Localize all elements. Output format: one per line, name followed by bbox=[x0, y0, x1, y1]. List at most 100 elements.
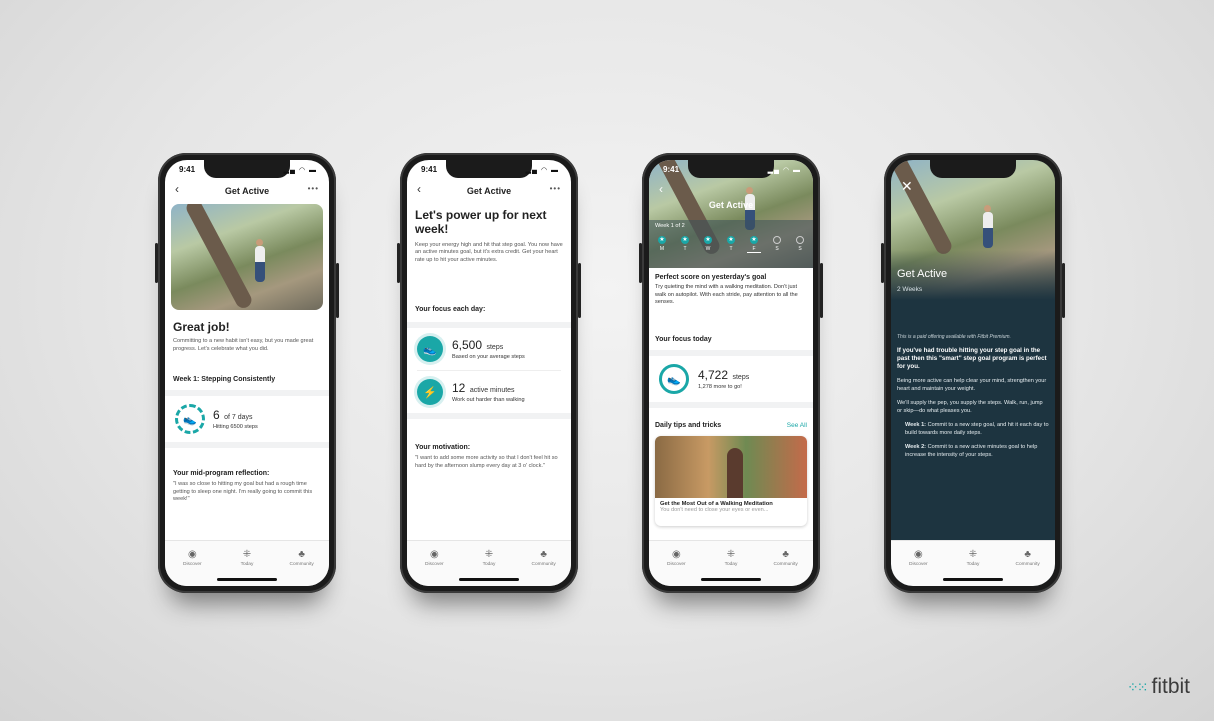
reflection-text: "I was so close to hitting my goal but h… bbox=[173, 481, 313, 503]
signal-wifi-battery-icon: ▂▄ ◠ ▬ bbox=[767, 167, 801, 174]
community-icon: ♣ bbox=[782, 549, 789, 560]
active-minutes-metric: ⚡ 12 active minutes Work out harder than… bbox=[407, 371, 571, 413]
home-indicator bbox=[701, 578, 761, 581]
brand-name: fitbit bbox=[1151, 675, 1190, 698]
steps-sub: Based on your average steps bbox=[452, 354, 525, 361]
focus-title: Your focus today bbox=[655, 336, 712, 343]
tab-discover[interactable]: ◉ Discover bbox=[172, 549, 212, 586]
phone-4-screen: ✕ Get Active 2 Weeks This is a paid offe… bbox=[891, 160, 1055, 586]
phone-1-screen: 9:41 ▂▄ ◠ ▬ ‹ Get Active ••• Great job! … bbox=[165, 160, 329, 586]
hero-photo bbox=[171, 204, 323, 310]
community-icon: ♣ bbox=[540, 549, 547, 560]
tab-discover[interactable]: ◉ Discover bbox=[656, 549, 696, 586]
heading: Let's power up for next week! bbox=[415, 208, 547, 237]
day-indicator: ★ T bbox=[678, 236, 692, 253]
home-indicator bbox=[943, 578, 1003, 581]
day-label: M bbox=[659, 246, 665, 252]
tab-discover[interactable]: ◉ Discover bbox=[414, 549, 454, 586]
shoe-icon: 👟 bbox=[417, 336, 443, 362]
fitbit-dots-icon: ⁜ bbox=[968, 549, 978, 560]
day-label: S bbox=[775, 246, 779, 252]
days-metric: 👟 6 of 7 days Hitting 6500 steps bbox=[165, 396, 329, 442]
compass-icon: ◉ bbox=[913, 549, 923, 560]
tab-community[interactable]: ♣ Community bbox=[282, 549, 322, 586]
steps-unit: steps bbox=[732, 374, 750, 382]
focus-title: Your focus each day: bbox=[415, 306, 486, 313]
nav-bar: ‹ Get Active bbox=[649, 180, 813, 210]
day-indicator: ★ T bbox=[724, 236, 738, 253]
metric-value: 6 bbox=[213, 408, 220, 423]
notch bbox=[204, 160, 290, 178]
steps-metric: 👟 4,722 steps 1,278 more to go! bbox=[649, 356, 813, 402]
score-title: Perfect score on yesterday's goal bbox=[655, 274, 767, 281]
article-card[interactable]: Get the Most Out of a Walking Meditation… bbox=[655, 436, 807, 526]
nav-bar: ‹ Get Active ••• bbox=[165, 180, 329, 202]
steps-unit: steps bbox=[486, 344, 504, 352]
body-text: Keep your energy high and hit that step … bbox=[415, 241, 563, 263]
more-options-icon[interactable]: ••• bbox=[308, 184, 319, 193]
day-label: F bbox=[752, 246, 756, 252]
compass-icon: ◉ bbox=[671, 549, 681, 560]
close-icon[interactable]: ✕ bbox=[901, 178, 913, 195]
status-time: 9:41 bbox=[421, 165, 438, 174]
day-indicators: ★ M ★ T ★ W ★ T ★ F S S bbox=[655, 236, 807, 253]
week-strip: Week 1 of 2 ★ M ★ T ★ W ★ T ★ F S S bbox=[649, 220, 813, 268]
steps-value: 4,722 bbox=[698, 368, 729, 383]
home-indicator bbox=[459, 578, 519, 581]
hero-sub: 2 Weeks bbox=[897, 286, 923, 293]
community-icon: ♣ bbox=[1024, 549, 1031, 560]
paragraph-1: Being more active can help clear your mi… bbox=[897, 378, 1047, 392]
metric-sub: Hitting 6500 steps bbox=[213, 424, 258, 431]
nav-title: Get Active bbox=[466, 186, 512, 196]
week-2-item: Week 2: Commit to a new active minutes g… bbox=[905, 444, 1038, 459]
tab-community[interactable]: ♣ Community bbox=[524, 549, 564, 586]
star-check-icon: ★ bbox=[681, 236, 689, 244]
signal-wifi-battery-icon: ▂▄ ◠ ▬ bbox=[525, 167, 559, 174]
week-label: Week 1 of 2 bbox=[655, 223, 685, 229]
fitbit-dots-icon: ⁘⁙ bbox=[1127, 678, 1149, 695]
phone-2-screen: 9:41 ▂▄ ◠ ▬ ‹ Get Active ••• Let's power… bbox=[407, 160, 571, 586]
see-all-link[interactable]: See All bbox=[787, 422, 807, 429]
score-body: Try quieting the mind with a walking med… bbox=[655, 284, 798, 306]
star-check-icon: ★ bbox=[704, 236, 712, 244]
star-check-icon: ★ bbox=[750, 236, 758, 244]
scene: 9:41 ▂▄ ◠ ▬ ‹ Get Active ••• Great job! … bbox=[8, 8, 1206, 713]
star-check-icon: ★ bbox=[727, 236, 735, 244]
article-sub: You don't need to close your eyes or eve… bbox=[660, 507, 769, 513]
tab-community[interactable]: ♣ Community bbox=[1008, 549, 1048, 586]
status-time: 9:41 bbox=[663, 165, 680, 174]
signal-wifi-battery-icon: ▂▄ ◠ ▬ bbox=[283, 167, 317, 174]
minutes-unit: active minutes bbox=[469, 387, 515, 395]
week-title: Week 1: Stepping Consistently bbox=[173, 376, 276, 383]
day-label: T bbox=[683, 246, 687, 252]
more-options-icon[interactable]: ••• bbox=[550, 184, 561, 193]
article-image bbox=[655, 436, 807, 498]
phone-3: 9:41 ▂▄ ◠ ▬ ‹ Get Active Week 1 of 2 ★ M ★… bbox=[639, 153, 823, 593]
community-icon: ♣ bbox=[298, 549, 305, 560]
steps-value: 6,500 bbox=[452, 338, 483, 353]
nav-title: Get Active bbox=[224, 186, 270, 196]
nav-bar: ‹ Get Active ••• bbox=[407, 180, 571, 202]
tab-community[interactable]: ♣ Community bbox=[766, 549, 806, 586]
steps-metric: 👟 6,500 steps Based on your average step… bbox=[407, 328, 571, 370]
lead-text: If you've had trouble hitting your step … bbox=[897, 347, 1047, 371]
heading: Great job! bbox=[173, 320, 230, 334]
minutes-value: 12 bbox=[452, 381, 466, 396]
shoe-icon: 👟 bbox=[175, 404, 205, 434]
empty-day-icon bbox=[773, 236, 781, 244]
fitbit-dots-icon: ⁜ bbox=[242, 549, 252, 560]
day-label: W bbox=[705, 246, 711, 252]
nav-title: Get Active bbox=[708, 200, 754, 210]
week-1-item: Week 1: Commit to a new step goal, and h… bbox=[905, 422, 1049, 436]
phone-3-screen: 9:41 ▂▄ ◠ ▬ ‹ Get Active Week 1 of 2 ★ M ★… bbox=[649, 160, 813, 586]
back-arrow-icon[interactable]: ‹ bbox=[659, 182, 663, 196]
paragraph-2: We'll supply the pep, you supply the ste… bbox=[897, 400, 1043, 414]
day-indicator: S bbox=[770, 236, 784, 253]
day-label: S bbox=[798, 246, 802, 252]
notch bbox=[688, 160, 774, 178]
notch bbox=[446, 160, 532, 178]
day-indicator: ★ F bbox=[747, 236, 761, 253]
fitbit-dots-icon: ⁜ bbox=[484, 549, 494, 560]
minutes-sub: Work out harder than walking bbox=[452, 397, 525, 404]
tab-discover[interactable]: ◉ Discover bbox=[898, 549, 938, 586]
